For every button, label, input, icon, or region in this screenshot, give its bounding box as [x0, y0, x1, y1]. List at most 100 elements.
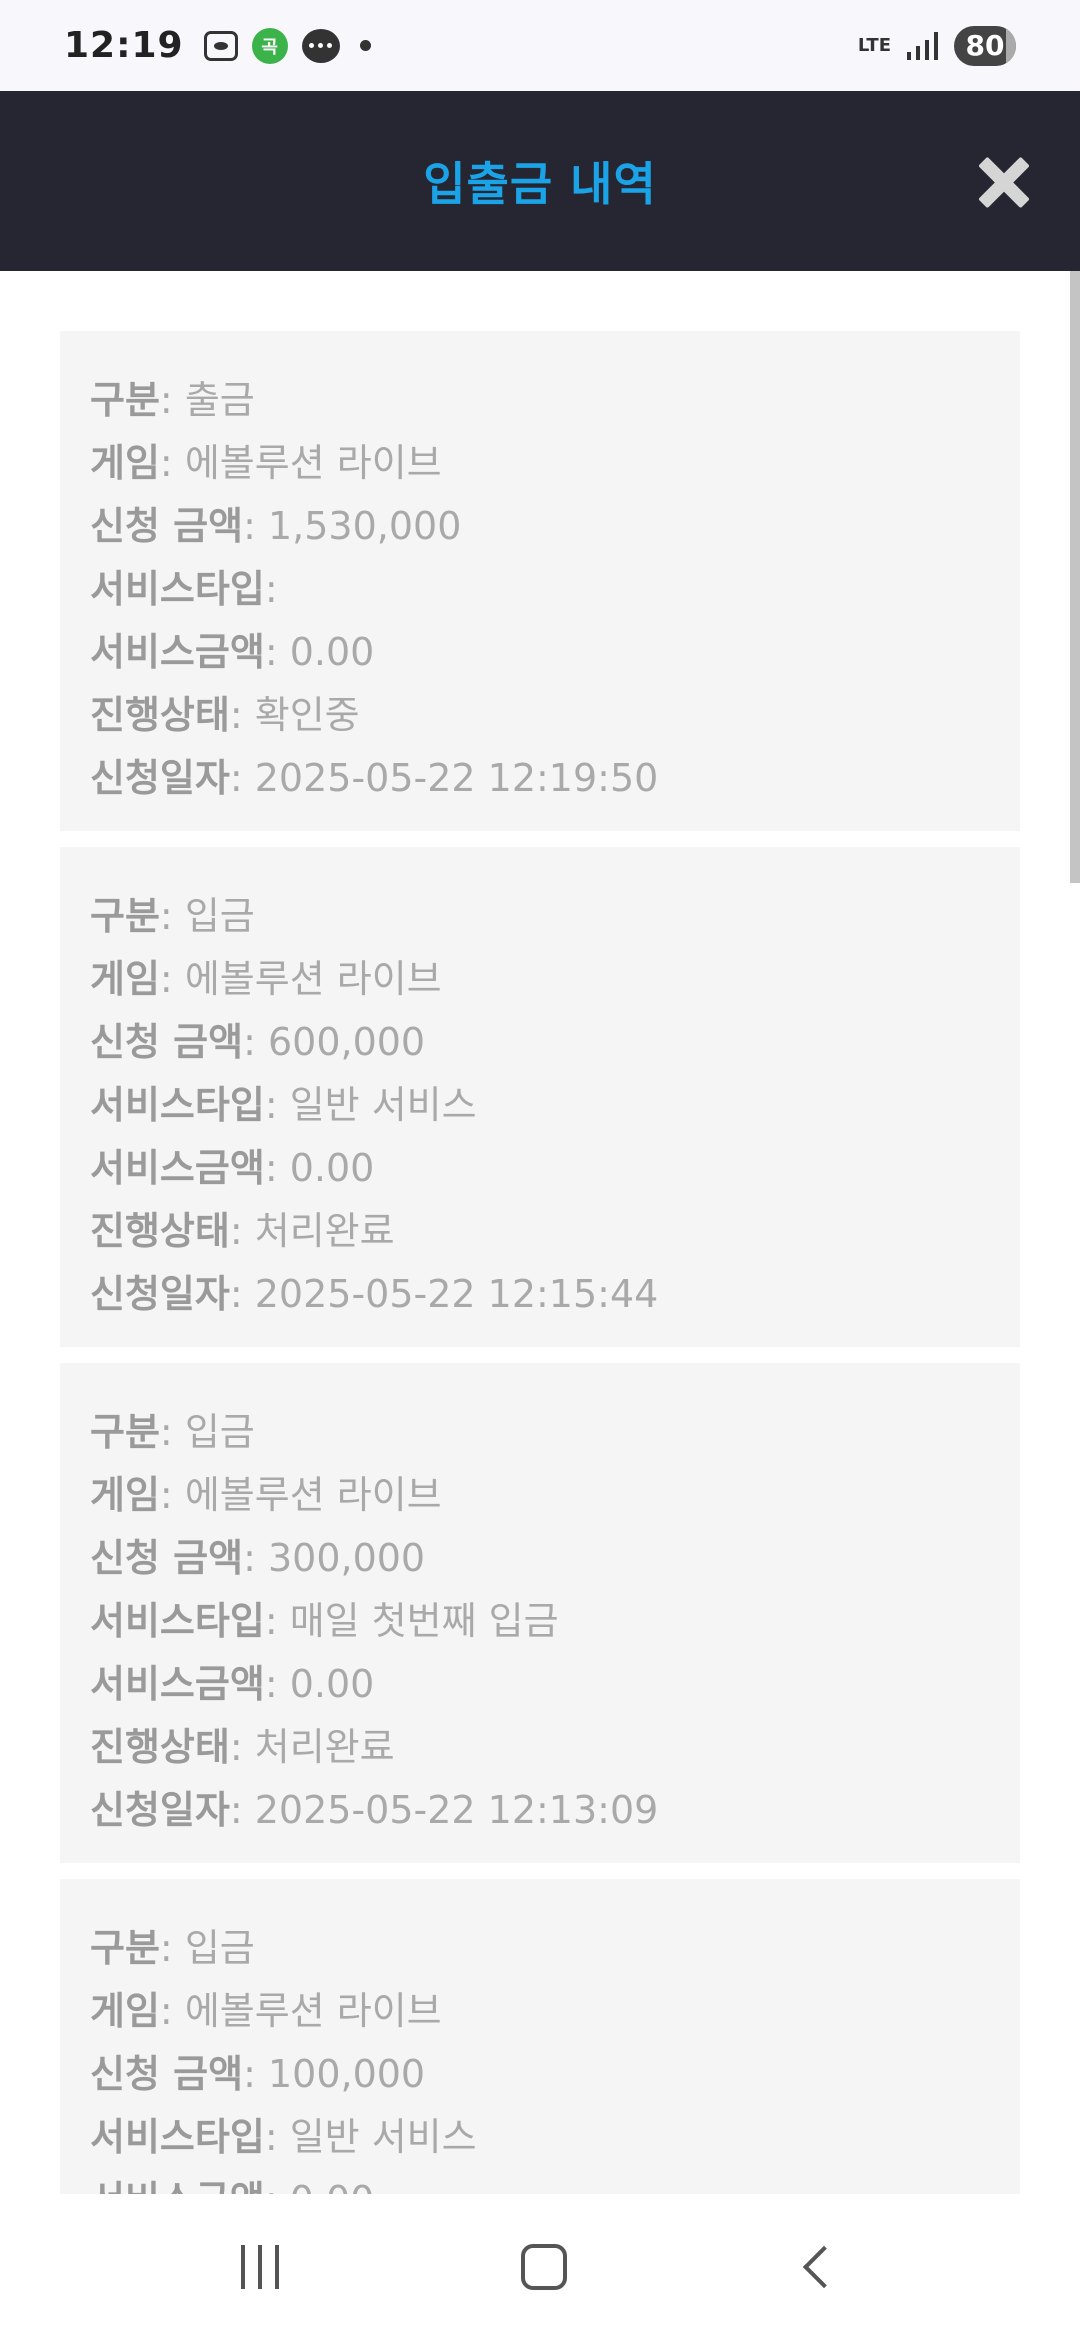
- value-amount: 600,000: [267, 1020, 426, 1064]
- label-service-type: 서비스타입: [90, 1599, 265, 1643]
- value-amount: 1,530,000: [267, 504, 462, 548]
- label-game: 게임: [90, 1473, 160, 1517]
- label-service-type: 서비스타입: [90, 1083, 265, 1127]
- label-amount: 신청 금액: [90, 1020, 244, 1064]
- value-amount: 100,000: [267, 2052, 426, 2096]
- row-amount: 신청 금액: 100,000: [90, 2052, 426, 2096]
- row-service-type: 서비스타입: 일반 서비스: [90, 2115, 477, 2159]
- battery-level: 80: [965, 29, 1005, 62]
- lte-icon: LTE: [857, 34, 891, 56]
- system-icons: LTE 80: [857, 25, 1016, 66]
- transaction-card: 구분: 입금 게임: 에볼루션 라이브 신청 금액: 300,000 서비스타입…: [60, 1363, 1020, 1863]
- label-service-amount: 서비스금액: [90, 2178, 265, 2194]
- row-service-amount: 서비스금액: 0.00: [90, 1146, 375, 1190]
- value-service-amount: 0.00: [290, 2178, 375, 2194]
- scrollbar[interactable]: [1070, 271, 1080, 883]
- label-service-amount: 서비스금액: [90, 1662, 265, 1706]
- row-type: 구분: 입금: [90, 894, 255, 938]
- page-title: 입출금 내역: [423, 157, 657, 211]
- label-service-type: 서비스타입: [90, 2115, 265, 2159]
- row-date: 신청일자: 2025-05-22 12:15:44: [90, 1272, 659, 1316]
- row-service-type: 서비스타입: 일반 서비스: [90, 1083, 477, 1127]
- row-date: 신청일자: 2025-05-22 12:13:09: [90, 1788, 659, 1832]
- row-amount: 신청 금액: 1,530,000: [90, 504, 462, 548]
- value-date: 2025-05-22 12:13:09: [254, 1788, 659, 1832]
- value-type: 입금: [184, 1926, 255, 1970]
- value-date: 2025-05-22 12:15:44: [254, 1272, 659, 1316]
- value-date: 2025-05-22 12:19:50: [254, 756, 659, 800]
- value-status: 처리완료: [254, 1209, 395, 1253]
- transaction-card: 구분: 입금 게임: 에볼루션 라이브 신청 금액: 100,000 서비스타입…: [60, 1879, 1020, 2194]
- row-status: 진행상태: 처리완료: [90, 1725, 395, 1769]
- label-date: 신청일자: [90, 1272, 230, 1316]
- value-service-amount: 0.00: [289, 1146, 375, 1190]
- value-type: 출금: [184, 378, 255, 422]
- notification-icons: 곡: [203, 27, 371, 64]
- signal-icon: [907, 31, 938, 60]
- status-time: 12:19: [64, 25, 184, 66]
- value-game: 에볼루션 라이브: [184, 441, 442, 485]
- label-type: 구분: [90, 1926, 160, 1970]
- row-service-type: 서비스타입: 매일 첫번째 입금: [90, 1599, 559, 1643]
- row-game: 게임: 에볼루션 라이브: [90, 441, 442, 485]
- row-status: 진행상태: 처리완료: [90, 1209, 395, 1253]
- value-status: 확인중: [254, 693, 360, 737]
- row-service-amount: 서비스금액: 0.00: [90, 2169, 990, 2194]
- label-game: 게임: [90, 441, 160, 485]
- value-status: 처리완료: [254, 1725, 395, 1769]
- status-bar: 12:19 곡 LTE 80: [0, 0, 1080, 91]
- value-type: 입금: [184, 894, 255, 938]
- battery-icon: 80: [954, 25, 1016, 66]
- row-type: 구분: 출금: [90, 378, 255, 422]
- label-type: 구분: [90, 1410, 160, 1454]
- label-amount: 신청 금액: [90, 2052, 244, 2096]
- value-service-amount: 0.00: [289, 1662, 375, 1706]
- value-type: 입금: [184, 1410, 255, 1454]
- row-game: 게임: 에볼루션 라이브: [90, 1989, 442, 2033]
- home-icon[interactable]: [521, 2244, 567, 2290]
- value-game: 에볼루션 라이브: [184, 957, 442, 1001]
- back-icon[interactable]: [802, 2245, 846, 2289]
- label-date: 신청일자: [90, 756, 230, 800]
- row-game: 게임: 에볼루션 라이브: [90, 957, 442, 1001]
- row-service-amount: 서비스금액: 0.00: [90, 1662, 375, 1706]
- value-service-type: 일반 서비스: [289, 2115, 477, 2159]
- label-service-amount: 서비스금액: [90, 1146, 265, 1190]
- label-type: 구분: [90, 378, 160, 422]
- navigation-bar: [0, 2194, 1080, 2340]
- value-service-type: 매일 첫번째 입금: [289, 1599, 559, 1643]
- label-service-type: 서비스타입: [90, 567, 265, 611]
- row-status: 진행상태: 확인중: [90, 693, 360, 737]
- row-date: 신청일자: 2025-05-22 12:19:50: [90, 756, 659, 800]
- label-amount: 신청 금액: [90, 1536, 244, 1580]
- row-service-amount: 서비스금액: 0.00: [90, 630, 375, 674]
- transaction-list[interactable]: 구분: 출금 게임: 에볼루션 라이브 신청 금액: 1,530,000 서비스…: [0, 271, 1080, 2194]
- label-service-amount: 서비스금액: [90, 630, 265, 674]
- label-date: 신청일자: [90, 1788, 230, 1832]
- value-game: 에볼루션 라이브: [184, 1989, 442, 2033]
- talk-app-icon: 곡: [251, 27, 288, 64]
- row-amount: 신청 금액: 600,000: [90, 1020, 426, 1064]
- value-amount: 300,000: [267, 1536, 426, 1580]
- close-icon[interactable]: [978, 156, 1030, 208]
- gallery-icon: [203, 30, 238, 61]
- label-status: 진행상태: [90, 1725, 230, 1769]
- transaction-card: 구분: 입금 게임: 에볼루션 라이브 신청 금액: 600,000 서비스타입…: [60, 847, 1020, 1347]
- label-type: 구분: [90, 894, 160, 938]
- label-amount: 신청 금액: [90, 504, 244, 548]
- value-service-type: 일반 서비스: [289, 1083, 477, 1127]
- row-game: 게임: 에볼루션 라이브: [90, 1473, 442, 1517]
- recent-apps-icon[interactable]: [241, 2245, 279, 2289]
- row-type: 구분: 입금: [90, 1410, 255, 1454]
- value-service-amount: 0.00: [289, 630, 375, 674]
- label-game: 게임: [90, 957, 160, 1001]
- row-type: 구분: 입금: [90, 1926, 255, 1970]
- value-game: 에볼루션 라이브: [184, 1473, 442, 1517]
- row-service-type: 서비스타입:: [90, 567, 278, 611]
- transaction-card: 구분: 출금 게임: 에볼루션 라이브 신청 금액: 1,530,000 서비스…: [60, 331, 1020, 831]
- page-header: 입출금 내역: [0, 91, 1080, 271]
- label-status: 진행상태: [90, 693, 230, 737]
- more-notifications-dot-icon: [359, 40, 371, 51]
- label-status: 진행상태: [90, 1209, 230, 1253]
- label-game: 게임: [90, 1989, 160, 2033]
